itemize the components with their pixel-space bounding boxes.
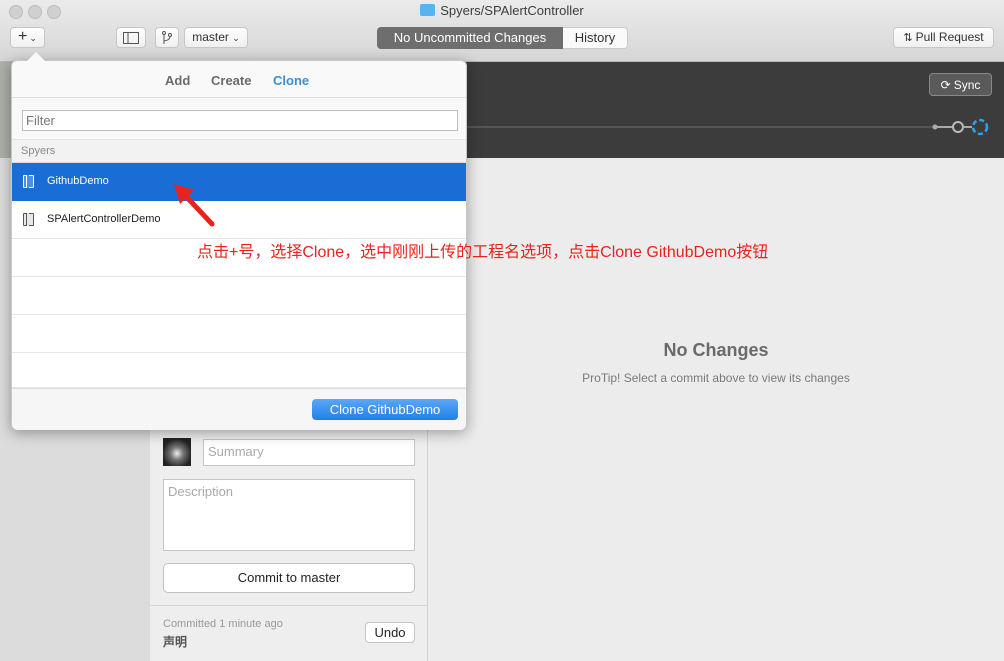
list-item	[12, 353, 466, 388]
changes-pane	[428, 158, 1004, 661]
chevron-down-icon: ⌄	[29, 33, 37, 43]
repo-group-label: Spyers	[21, 145, 56, 157]
popover-arrow	[27, 52, 45, 61]
timeline-track	[467, 126, 937, 128]
no-changes-title: No Changes	[663, 340, 769, 360]
clone-button[interactable]: Clone GithubDemo	[312, 399, 458, 420]
annotation-text: 点击+号，选择Clone，选中刚刚上传的工程名选项，点击Clone Github…	[197, 244, 769, 261]
red-arrow-icon	[174, 184, 215, 227]
tab-create[interactable]: Create	[211, 73, 251, 88]
repo-label: GithubDemo	[47, 175, 109, 187]
chevron-down-icon: ⌄	[232, 33, 240, 43]
divider	[150, 605, 427, 606]
window-title-text: Spyers/SPAlertController	[440, 3, 584, 18]
filter-input[interactable]: Filter	[22, 110, 458, 131]
list-item	[12, 277, 466, 315]
description-input[interactable]: Description	[163, 479, 415, 551]
branch-icon	[162, 31, 172, 44]
commit-button[interactable]: Commit to master	[163, 563, 415, 593]
tab-add[interactable]: Add	[165, 73, 190, 88]
pull-request-button[interactable]: ⇅ Pull Request	[893, 27, 994, 48]
sidebar-icon	[123, 32, 139, 44]
summary-input[interactable]: Summary	[203, 439, 415, 466]
list-item	[12, 315, 466, 353]
sync-icon: ⟳	[940, 78, 951, 92]
last-commit-time: Committed 1 minute ago	[163, 618, 283, 630]
repo-item-spalertcontrollerdemo[interactable]: SPAlertControllerDemo	[12, 201, 466, 239]
window-title: Spyers/SPAlertController	[0, 3, 1004, 18]
branch-name: master	[192, 30, 229, 44]
window-toolbar: Spyers/SPAlertController + ⌄ master ⌄ No …	[0, 0, 1004, 62]
tab-clone[interactable]: Clone	[273, 73, 309, 88]
undo-button[interactable]: Undo	[365, 622, 415, 643]
plus-icon: +	[18, 28, 28, 45]
divider	[12, 97, 466, 98]
tab-uncommitted-changes[interactable]: No Uncommitted Changes	[377, 27, 563, 49]
folder-icon	[420, 4, 436, 16]
avatar	[163, 438, 191, 466]
no-changes-tip: ProTip! Select a commit above to view it…	[582, 371, 850, 385]
branch-selector[interactable]: master ⌄	[184, 27, 248, 48]
repository-icon	[23, 175, 34, 188]
repository-icon	[23, 213, 34, 226]
sync-button[interactable]: ⟳ Sync	[929, 73, 992, 96]
repo-group-header: Spyers	[12, 139, 466, 163]
branch-button[interactable]	[155, 27, 179, 48]
pull-request-icon: ⇅	[903, 32, 913, 44]
repo-label: SPAlertControllerDemo	[47, 213, 161, 225]
tab-history[interactable]: History	[563, 27, 628, 49]
repo-item-githubdemo[interactable]: GithubDemo	[12, 163, 466, 201]
toggle-sidebar-button[interactable]	[116, 27, 146, 48]
pull-request-label: Pull Request	[915, 30, 984, 44]
last-commit-message: 声明	[163, 635, 188, 649]
add-repository-button[interactable]: + ⌄	[10, 27, 45, 48]
timeline-nodes-icon[interactable]	[930, 116, 992, 138]
sync-label: Sync	[953, 78, 981, 92]
